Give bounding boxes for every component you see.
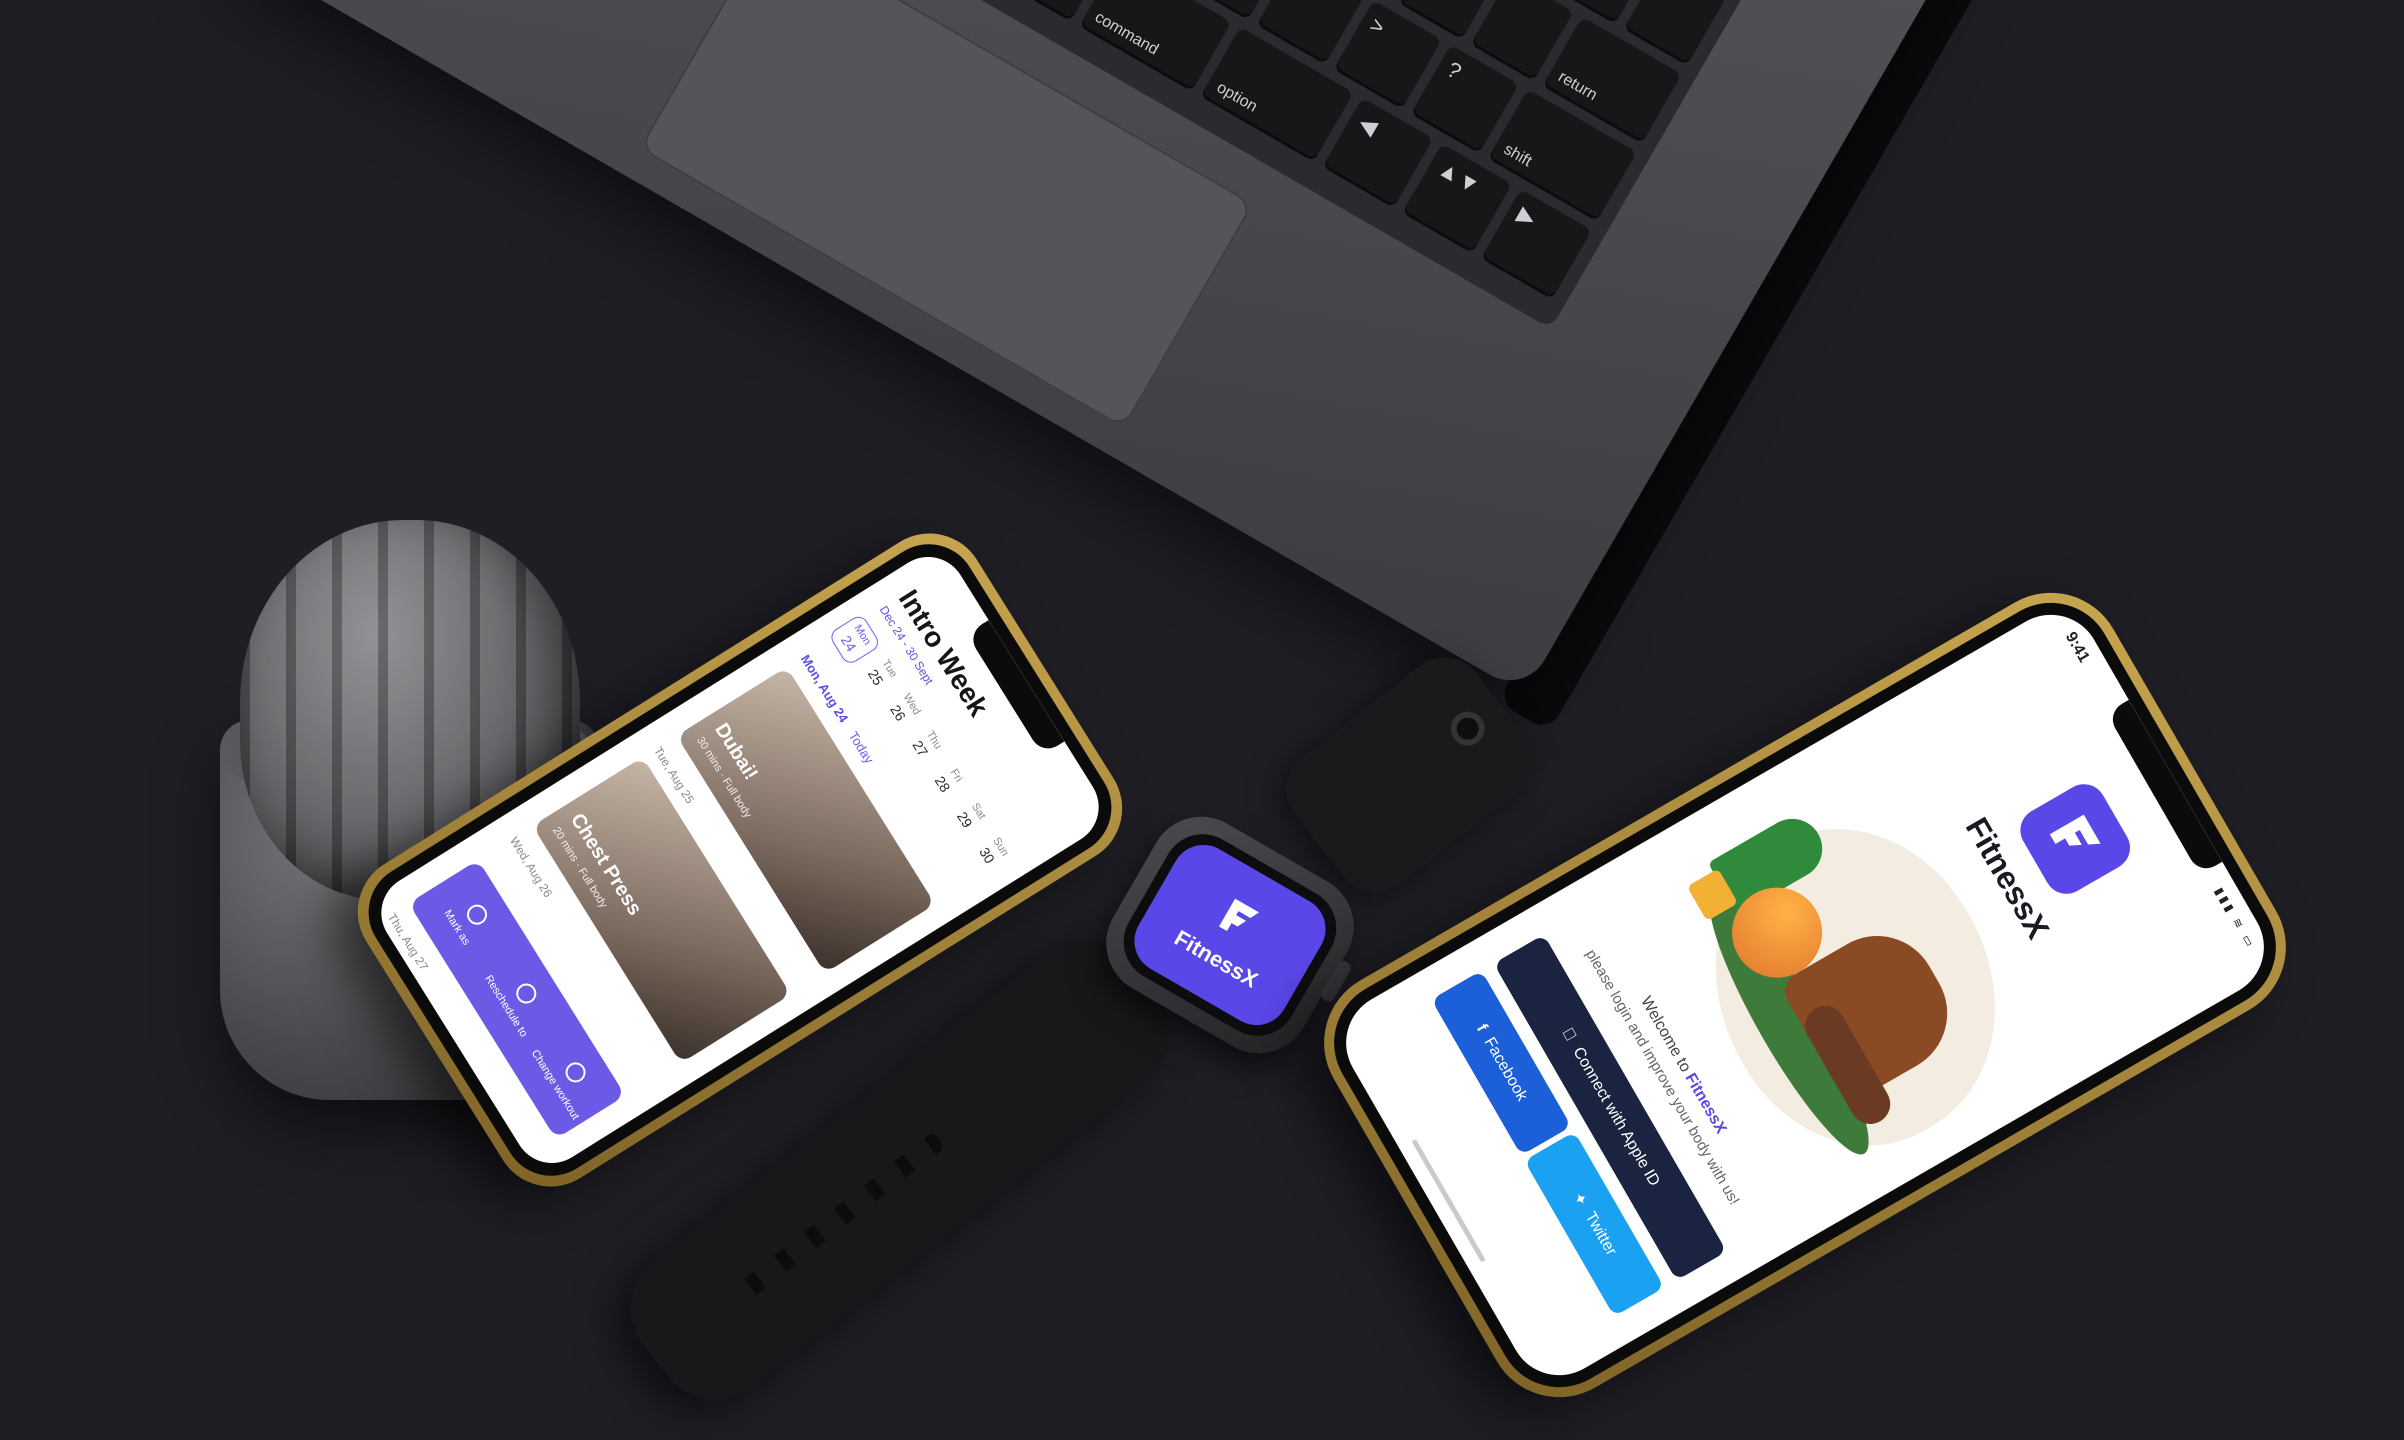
strap-holes [728, 1131, 946, 1308]
status-icons: ▮▮▮ ≋ ▭ [2211, 884, 2259, 952]
home-indicator [1411, 1138, 1486, 1263]
apple-icon:  [1557, 1025, 1579, 1044]
twitter-icon: ✦ [1568, 1189, 1591, 1210]
strap-pin [1443, 704, 1492, 753]
facebook-icon: f [1472, 1021, 1491, 1035]
key[interactable]: command [1078, 0, 1232, 92]
fitnessx-logo-icon [1218, 898, 1260, 932]
facebook-login-label: Facebook [1480, 1034, 1531, 1105]
twitter-login-label: Twitter [1581, 1209, 1620, 1259]
scene: esc§1234567890-=delete⇥QWERTYUIOP[]\caps… [0, 0, 2404, 1440]
status-time: 9:41 [2061, 629, 2093, 666]
today-link[interactable]: Today [846, 729, 877, 766]
fitnessx-logo-icon [2049, 814, 2101, 846]
